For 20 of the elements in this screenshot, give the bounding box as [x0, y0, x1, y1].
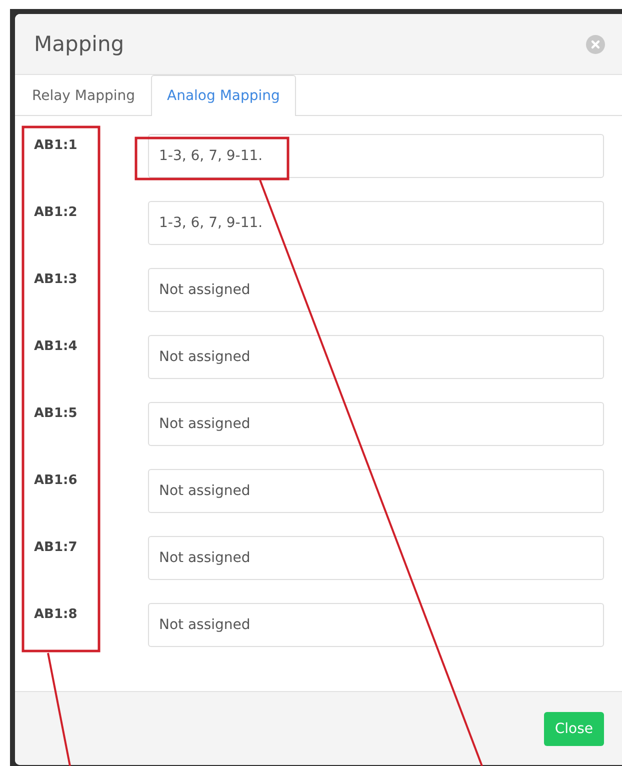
input-field[interactable]: 1-3, 6, 7, 9-11. [148, 134, 604, 178]
input-field[interactable]: Not assigned [148, 469, 604, 513]
channel-label: AB1:7 [34, 539, 78, 555]
input-field[interactable]: Not assigned [148, 536, 604, 580]
channel-label: AB1:5 [34, 405, 78, 421]
tab[interactable]: Relay Mapping [16, 75, 151, 116]
input-field[interactable]: Not assigned [148, 268, 604, 312]
channel-label: AB1:2 [34, 204, 78, 220]
channel-label: AB1:8 [34, 606, 78, 622]
channel-label: AB1:3 [34, 271, 78, 287]
dialog-title: Mapping [34, 32, 124, 56]
input-field[interactable]: Not assigned [148, 402, 604, 446]
tab[interactable]: Analog Mapping [151, 75, 296, 116]
close-icon[interactable] [586, 34, 605, 54]
input-field[interactable]: 1-3, 6, 7, 9-11. [148, 201, 604, 245]
channel-label: AB1:4 [34, 338, 78, 354]
input-field[interactable]: Not assigned [148, 603, 604, 647]
channel-label: AB1:6 [34, 472, 78, 488]
input-field[interactable]: Not assigned [148, 335, 604, 379]
channel-label: AB1:1 [34, 137, 78, 153]
